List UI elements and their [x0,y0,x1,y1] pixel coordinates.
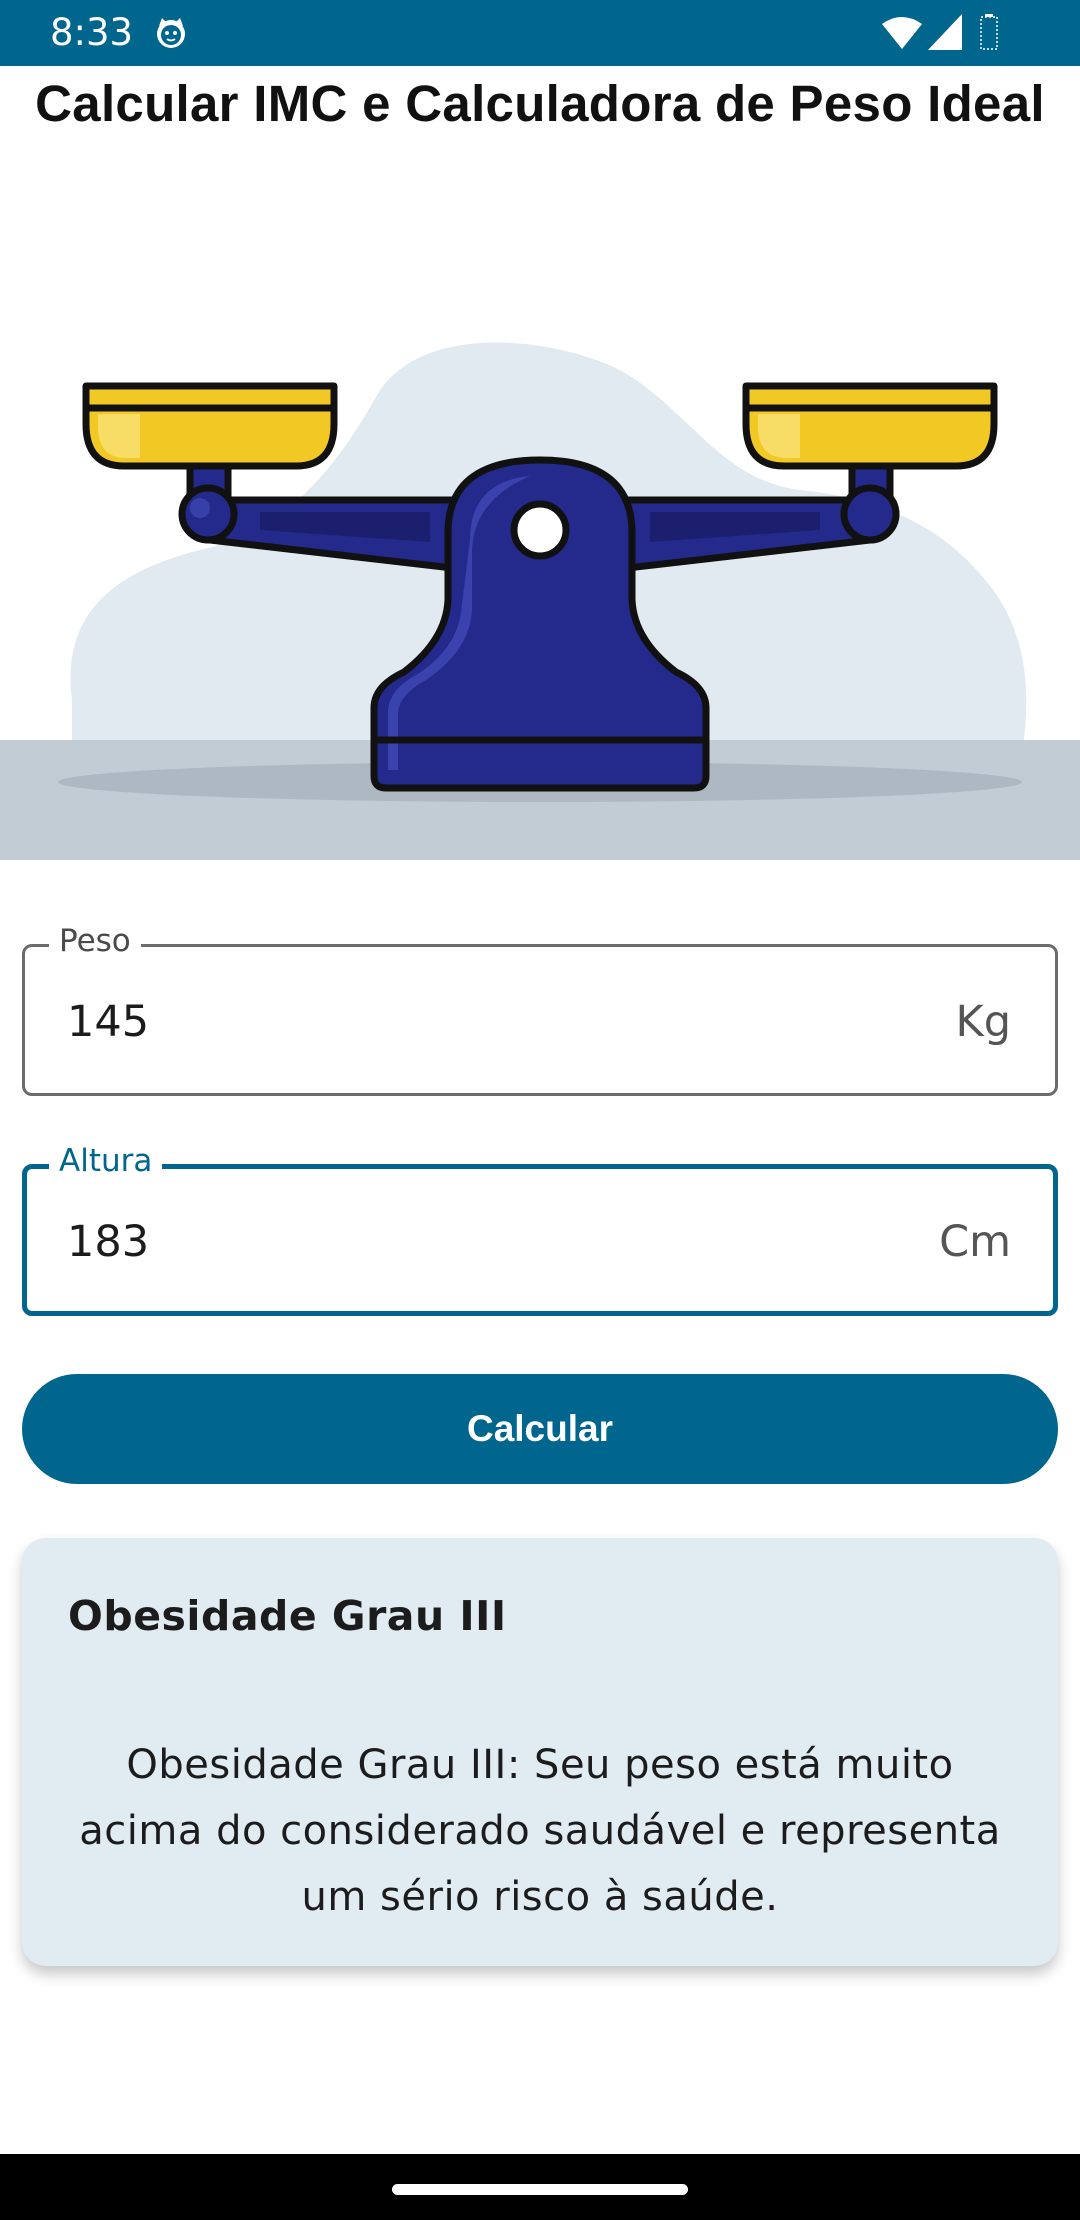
weight-suffix: Kg [955,997,1012,1047]
navigation-bar [0,2154,1080,2220]
signal-icon [928,14,962,50]
page-title: Calcular IMC e Calculadora de Peso Ideal [35,75,1045,132]
height-suffix: Cm [939,1217,1011,1267]
battery-icon [980,14,998,50]
weight-input[interactable]: 145 [67,997,767,1047]
wifi-icon [882,17,922,49]
height-label: Altura [49,1141,163,1181]
height-field[interactable]: Altura 183 Cm [22,1141,1058,1316]
balance-scale-icon [0,342,1080,860]
status-time: 8:33 [50,11,134,54]
weight-label: Peso [49,921,141,961]
status-bar: 8:33 [0,0,1080,66]
cat-notification-icon [157,18,185,48]
home-gesture-handle[interactable] [392,2184,688,2195]
height-input[interactable]: 183 [67,1217,767,1267]
result-title: Obesidade Grau III [68,1592,507,1640]
weight-field[interactable]: Peso 145 Kg [22,921,1058,1096]
calculate-button[interactable]: Calcular [22,1374,1058,1484]
result-card: Obesidade Grau III Obesidade Grau III: S… [22,1538,1058,1966]
result-description: Obesidade Grau III: Seu peso está muito … [79,1742,1001,1920]
